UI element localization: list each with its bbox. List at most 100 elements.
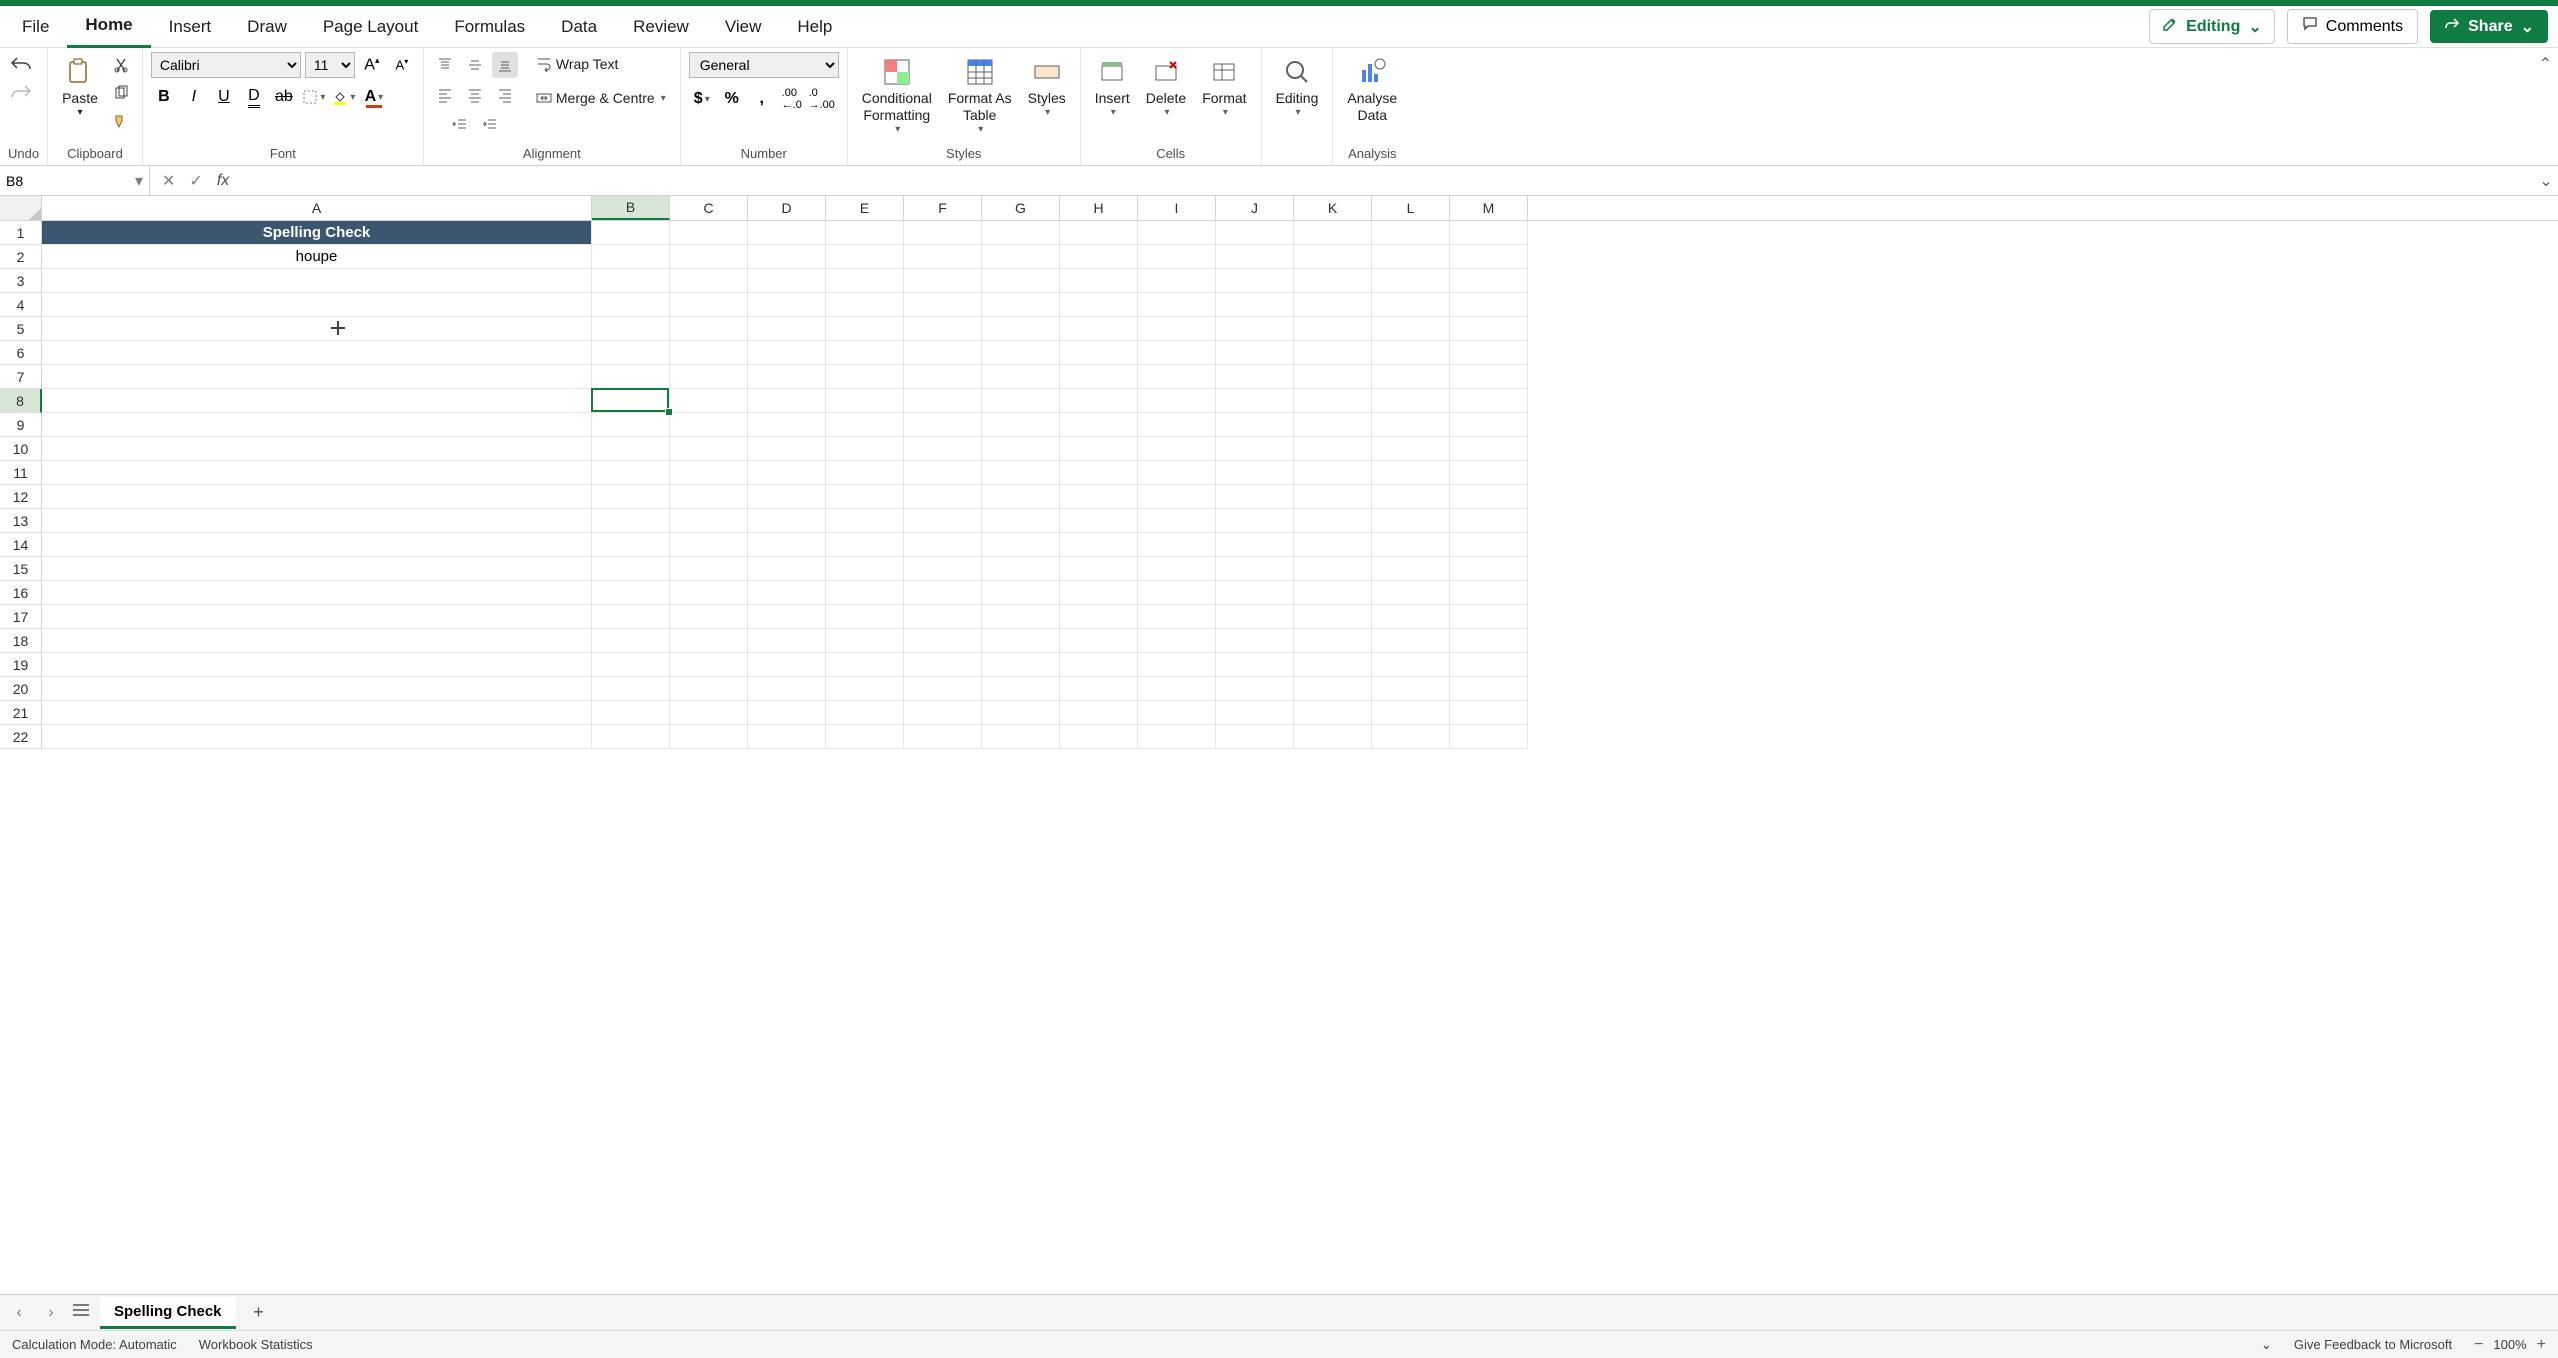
tab-help[interactable]: Help	[779, 7, 850, 47]
cell[interactable]	[1372, 365, 1450, 389]
cell[interactable]	[670, 605, 748, 629]
cell[interactable]	[748, 725, 826, 749]
cell[interactable]	[42, 269, 592, 293]
cell[interactable]	[1372, 437, 1450, 461]
row-header[interactable]: 16	[0, 581, 42, 605]
cell[interactable]	[904, 725, 982, 749]
row-header[interactable]: 9	[0, 413, 42, 437]
font-color-button[interactable]: A	[361, 84, 387, 110]
cell[interactable]	[982, 389, 1060, 413]
align-bottom-button[interactable]	[492, 52, 518, 78]
cell[interactable]	[1450, 653, 1528, 677]
spreadsheet-grid[interactable]: ABCDEFGHIJKLM 12345678910111213141516171…	[0, 196, 2558, 1294]
fx-icon[interactable]: fx	[217, 172, 229, 190]
cell[interactable]	[1294, 725, 1372, 749]
cell[interactable]	[670, 245, 748, 269]
cell[interactable]	[982, 605, 1060, 629]
cell[interactable]	[1138, 365, 1216, 389]
italic-button[interactable]: I	[181, 84, 207, 110]
cell[interactable]	[1372, 557, 1450, 581]
cell[interactable]	[826, 509, 904, 533]
cell[interactable]	[1138, 677, 1216, 701]
paste-button[interactable]: Paste ▾	[56, 52, 104, 122]
cell[interactable]	[1372, 653, 1450, 677]
cell[interactable]	[1372, 701, 1450, 725]
cell[interactable]: Spelling Check	[42, 221, 592, 245]
cell[interactable]	[1060, 293, 1138, 317]
cell[interactable]	[592, 485, 670, 509]
cell[interactable]	[1450, 221, 1528, 245]
column-header[interactable]: D	[748, 196, 826, 220]
cell[interactable]	[670, 653, 748, 677]
cell[interactable]	[826, 317, 904, 341]
cell[interactable]	[670, 341, 748, 365]
cell[interactable]	[982, 365, 1060, 389]
cell[interactable]	[670, 389, 748, 413]
cell[interactable]	[1450, 677, 1528, 701]
cell[interactable]	[982, 269, 1060, 293]
cell[interactable]	[748, 557, 826, 581]
select-all-corner[interactable]	[0, 196, 42, 220]
cell[interactable]	[592, 461, 670, 485]
cell[interactable]	[592, 653, 670, 677]
cell[interactable]	[1450, 629, 1528, 653]
cell[interactable]	[1372, 677, 1450, 701]
cell[interactable]	[1216, 413, 1294, 437]
row-header[interactable]: 19	[0, 653, 42, 677]
zoom-out-button[interactable]: −	[2474, 1336, 2483, 1354]
expand-formula-bar-button[interactable]: ⌄	[2534, 171, 2558, 191]
cell[interactable]	[748, 269, 826, 293]
cell[interactable]	[1294, 317, 1372, 341]
analyse-data-button[interactable]: Analyse Data	[1341, 52, 1403, 128]
cell[interactable]	[1294, 293, 1372, 317]
cell[interactable]	[748, 221, 826, 245]
cell[interactable]	[1294, 581, 1372, 605]
cell[interactable]	[982, 437, 1060, 461]
row-header[interactable]: 5	[0, 317, 42, 341]
cell[interactable]	[1138, 533, 1216, 557]
cell[interactable]	[1216, 245, 1294, 269]
delete-cells-button[interactable]: Delete	[1140, 52, 1192, 122]
cell[interactable]	[670, 293, 748, 317]
column-header[interactable]: L	[1372, 196, 1450, 220]
row-header[interactable]: 1	[0, 221, 42, 245]
cell[interactable]	[1216, 317, 1294, 341]
cell[interactable]	[592, 341, 670, 365]
row-header[interactable]: 7	[0, 365, 42, 389]
cell[interactable]	[42, 653, 592, 677]
cell[interactable]	[904, 533, 982, 557]
row-header[interactable]: 18	[0, 629, 42, 653]
cell[interactable]	[904, 557, 982, 581]
align-top-button[interactable]	[432, 52, 458, 78]
cell[interactable]	[982, 677, 1060, 701]
name-box-input[interactable]	[6, 173, 135, 189]
cell[interactable]	[748, 317, 826, 341]
cell[interactable]	[592, 365, 670, 389]
column-header[interactable]: F	[904, 196, 982, 220]
cell[interactable]	[904, 245, 982, 269]
cell[interactable]	[592, 509, 670, 533]
cell[interactable]	[748, 365, 826, 389]
cell[interactable]	[1138, 629, 1216, 653]
cell[interactable]	[1372, 317, 1450, 341]
cell[interactable]	[904, 677, 982, 701]
cell[interactable]	[1294, 701, 1372, 725]
column-header[interactable]: B	[592, 196, 670, 220]
cell[interactable]	[1372, 485, 1450, 509]
cell[interactable]	[670, 557, 748, 581]
cell[interactable]	[1060, 509, 1138, 533]
cell[interactable]	[1216, 221, 1294, 245]
cell[interactable]	[1138, 581, 1216, 605]
row-header[interactable]: 13	[0, 509, 42, 533]
next-sheet-button[interactable]: ›	[40, 1302, 62, 1324]
cell[interactable]	[826, 245, 904, 269]
cell[interactable]	[1060, 269, 1138, 293]
cell[interactable]	[42, 605, 592, 629]
cell[interactable]	[982, 653, 1060, 677]
cell[interactable]	[1294, 605, 1372, 629]
wrap-text-button[interactable]: Wrap Text	[530, 52, 625, 76]
cell[interactable]	[1138, 317, 1216, 341]
cell[interactable]	[1060, 485, 1138, 509]
editing-mode-button[interactable]: Editing ⌄	[2149, 9, 2275, 44]
underline-button[interactable]: U	[211, 84, 237, 110]
